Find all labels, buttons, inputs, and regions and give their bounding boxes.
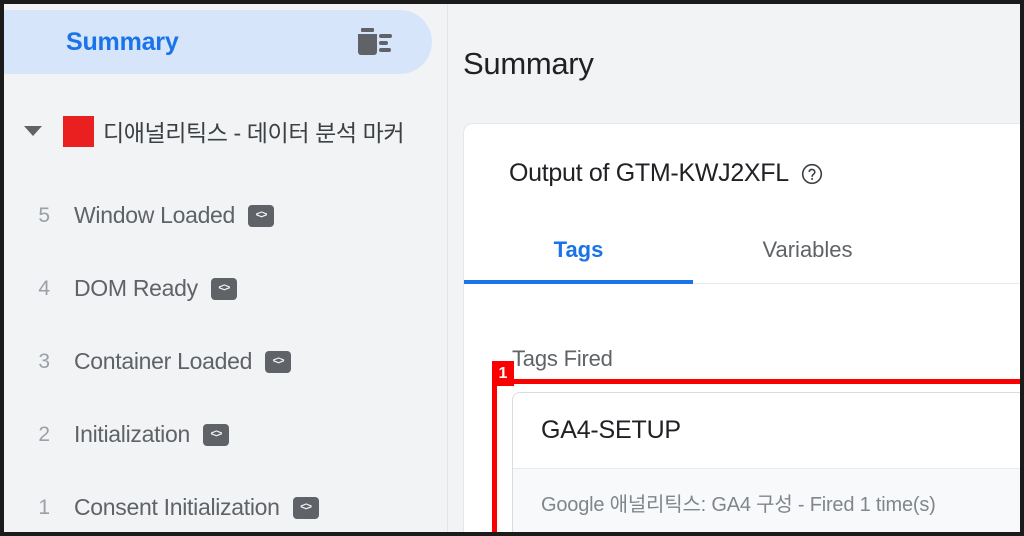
- container-name-label: 디애널리틱스 - 데이터 분석 마커: [103, 120, 405, 146]
- container-color-swatch: [63, 115, 94, 147]
- output-card-heading: Output of GTM-KWJ2XFL: [509, 159, 789, 187]
- tab-tags-label: Tags: [553, 237, 604, 262]
- tab-tags[interactable]: Tags: [464, 231, 693, 284]
- help-circle-icon[interactable]: [801, 163, 823, 185]
- event-label: Consent Initialization: [74, 494, 280, 520]
- tab-variables[interactable]: Variables: [693, 231, 922, 283]
- list-item[interactable]: 2 Initialization <>: [4, 398, 447, 471]
- tag-card-title: GA4-SETUP: [541, 416, 681, 444]
- code-icon[interactable]: <>: [265, 350, 292, 373]
- sidebar-summary-label: Summary: [66, 27, 179, 56]
- list-item[interactable]: 1 Consent Initialization <>: [4, 471, 447, 532]
- code-icon[interactable]: <>: [210, 277, 237, 300]
- list-item[interactable]: 5 Window Loaded <>: [4, 179, 447, 252]
- tag-card[interactable]: GA4-SETUP Google 애널리틱스: GA4 구성 - Fired 1…: [512, 392, 1020, 532]
- event-label: Container Loaded: [74, 348, 253, 374]
- event-index: 3: [38, 349, 50, 373]
- output-card-header: Output of GTM-KWJ2XFL: [509, 159, 823, 188]
- event-label: Initialization: [74, 421, 190, 447]
- main-panel: Summary Output of GTM-KWJ2XFL Tags Varia…: [449, 4, 1020, 532]
- code-icon[interactable]: <>: [248, 204, 275, 227]
- list-item[interactable]: 4 DOM Ready <>: [4, 252, 447, 325]
- event-label: DOM Ready: [74, 275, 198, 301]
- event-index: 2: [38, 422, 50, 446]
- container-row[interactable]: 디애널리틱스 - 데이터 분석 마커: [4, 108, 447, 154]
- sidebar: Summary 디애널리틱스 - 데이터 분석 마커 5 Window Load…: [4, 4, 448, 532]
- event-index: 1: [38, 495, 50, 519]
- trash-icon[interactable]: [356, 26, 394, 58]
- event-index: 5: [38, 203, 50, 227]
- event-label: Window Loaded: [74, 202, 236, 228]
- sidebar-item-summary[interactable]: Summary: [4, 10, 432, 74]
- code-icon[interactable]: <>: [202, 423, 229, 446]
- tag-card-detail: Google 애널리틱스: GA4 구성 - Fired 1 time(s): [513, 468, 1020, 532]
- page-title: Summary: [463, 46, 594, 81]
- output-card: Output of GTM-KWJ2XFL Tags Variables Tag…: [463, 123, 1020, 532]
- code-icon[interactable]: <>: [292, 496, 319, 519]
- event-list: 5 Window Loaded <> 4 DOM Ready <> 3 Cont…: [4, 179, 447, 532]
- chevron-down-icon[interactable]: [24, 126, 42, 136]
- tab-variables-label: Variables: [762, 237, 853, 262]
- event-index: 4: [38, 276, 50, 300]
- list-item[interactable]: 3 Container Loaded <>: [4, 325, 447, 398]
- tags-fired-heading: Tags Fired: [512, 346, 613, 371]
- tab-bar: Tags Variables: [464, 231, 1020, 284]
- app-screenshot: Summary 디애널리틱스 - 데이터 분석 마커 5 Window Load…: [0, 0, 1024, 536]
- annotation-step-badge: 1: [492, 361, 514, 386]
